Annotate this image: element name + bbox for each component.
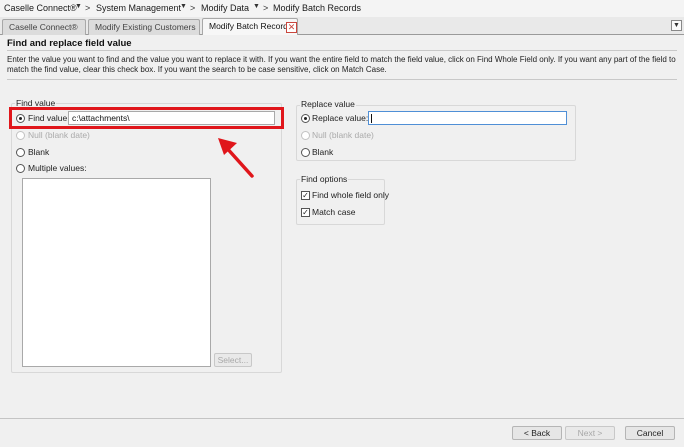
tab-modify-existing-customers[interactable]: Modify Existing Customers [88,19,200,35]
breadcrumb-item-caselle-connect[interactable]: Caselle Connect® [4,3,77,13]
breadcrumb-item-modify-data[interactable]: Modify Data [201,3,249,13]
breadcrumb-item-modify-batch-records: Modify Batch Records [273,3,362,13]
chevron-down-icon[interactable]: ▼ [180,3,187,10]
find-whole-field-label: Find whole field only [312,190,390,200]
breadcrumb-separator: > [85,3,91,13]
multiple-values-radio[interactable] [16,164,25,173]
multiple-values-label: Multiple values: [28,163,87,173]
page-description: Enter the value you want to find and the… [7,55,676,74]
breadcrumb-separator: > [190,3,196,13]
chevron-down-icon[interactable]: ▼ [253,3,260,10]
replace-value-label: Replace value: [312,113,369,123]
null-blank-date-radio[interactable] [16,131,25,140]
breadcrumb-separator: > [263,3,269,13]
match-case-checkbox[interactable]: ✓ [301,208,310,217]
find-options-group [296,179,385,225]
close-icon[interactable]: ✕ [286,22,297,33]
replace-value-input[interactable] [368,111,567,125]
replace-null-blank-date-radio[interactable] [301,131,310,140]
chevron-down-icon[interactable]: ▼ [75,3,82,10]
tab-label: Modify Batch Records [209,21,293,31]
find-value-input[interactable]: c:\attachments\ [68,111,275,125]
find-value-label: Find value: [28,113,70,123]
select-button[interactable]: Select... [214,353,252,367]
multiple-values-list[interactable] [22,178,211,367]
replace-value-group-title: Replace value [300,99,356,109]
replace-blank-label: Blank [312,147,334,157]
blank-label: Blank [28,147,50,157]
tab-label: Caselle Connect® [9,22,78,32]
annotation-arrow-icon [218,138,254,178]
blank-radio[interactable] [16,148,25,157]
match-case-label: Match case [312,207,356,217]
find-whole-field-checkbox[interactable]: ✓ [301,191,310,200]
next-button[interactable]: Next > [565,426,615,440]
replace-null-blank-date-label: Null (blank date) [312,130,374,140]
find-options-group-title: Find options [300,174,349,184]
footer-divider [0,418,684,419]
page-title: Find and replace field value [7,38,132,49]
tab-caselle-connect[interactable]: Caselle Connect® [2,19,86,35]
null-blank-date-label: Null (blank date) [28,130,90,140]
find-value-radio[interactable] [16,114,25,123]
description-divider [7,79,677,80]
tab-modify-batch-records[interactable]: Modify Batch Records [202,18,298,35]
breadcrumb-item-system-management[interactable]: System Management [96,3,181,13]
back-button[interactable]: < Back [512,426,562,440]
tab-menu-chevron-icon[interactable]: ▼ [671,20,682,31]
replace-value-radio[interactable] [301,114,310,123]
text-cursor [371,114,372,123]
title-divider [7,50,677,51]
replace-blank-radio[interactable] [301,148,310,157]
cancel-button[interactable]: Cancel [625,426,675,440]
tab-label: Modify Existing Customers [95,22,196,32]
